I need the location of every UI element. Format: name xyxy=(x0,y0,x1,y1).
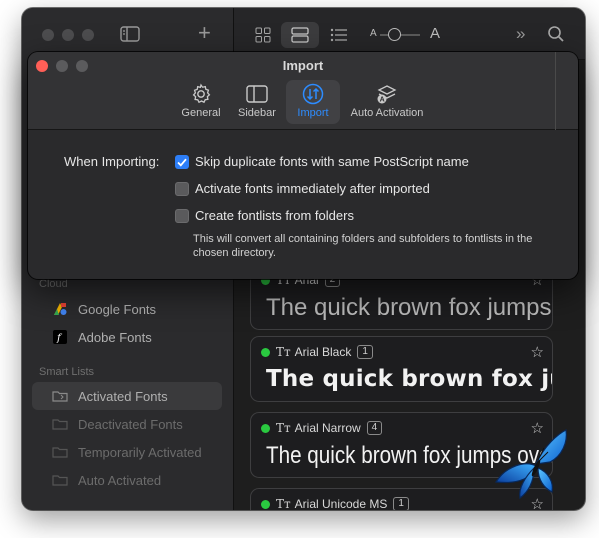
sidebar-item-auto-activated[interactable]: Auto Activated xyxy=(32,466,222,494)
font-card-header: Tт Arial Black 1 xyxy=(261,345,373,359)
smart-list-icon xyxy=(52,444,68,460)
favorite-star-icon[interactable]: ☆ xyxy=(531,343,544,361)
gear-icon xyxy=(189,83,213,105)
sidebar-item-label: Auto Activated xyxy=(78,472,162,488)
font-family-name: Arial Unicode MS xyxy=(294,497,388,510)
sidebar-item-google-fonts[interactable]: Google Fonts xyxy=(32,295,222,323)
style-count-badge: 1 xyxy=(393,497,409,510)
font-size-small-label: A xyxy=(370,28,377,39)
sidebar-item-label: Google Fonts xyxy=(78,301,157,317)
tab-label: Import xyxy=(297,107,329,119)
tab-sidebar[interactable]: Sidebar xyxy=(232,80,282,124)
window-zoom-button-inactive[interactable] xyxy=(82,29,94,41)
search-icon[interactable] xyxy=(547,25,565,48)
truetype-icon: Tт xyxy=(276,345,291,359)
more-chevrons-icon[interactable]: » xyxy=(516,24,525,44)
font-family-name: Arial Narrow xyxy=(294,421,361,435)
font-size-large-label: A xyxy=(430,25,441,42)
tab-label: Sidebar xyxy=(238,107,276,119)
font-family-name: Arial Black xyxy=(294,345,352,359)
window-close-button-inactive[interactable] xyxy=(42,29,54,41)
font-sample-text: The quick brown fox jumps xyxy=(266,366,552,392)
sidebar-icon xyxy=(245,83,269,105)
truetype-icon: Tт xyxy=(276,497,291,510)
font-card-arial-black[interactable]: Tт Arial Black 1 ☆ The quick brown fox j… xyxy=(250,336,553,402)
grid-view-icon[interactable] xyxy=(244,22,282,48)
google-fonts-icon xyxy=(52,301,68,317)
import-arrows-icon xyxy=(301,83,325,105)
cards-view-icon[interactable] xyxy=(281,22,319,48)
add-icon[interactable]: + xyxy=(198,22,211,44)
skip-duplicates-checkbox[interactable] xyxy=(175,155,189,169)
import-preferences-window: Import General Sidebar Import A Auto Act… xyxy=(28,52,578,279)
sidebar-item-adobe-fonts[interactable]: f Adobe Fonts xyxy=(32,323,222,351)
active-status-dot xyxy=(261,499,270,509)
create-fontlists-checkbox[interactable] xyxy=(175,209,189,223)
sidebar-item-temporarily-activated[interactable]: Temporarily Activated xyxy=(32,438,222,466)
create-fontlists-label[interactable]: Create fontlists from folders xyxy=(195,208,354,223)
sidebar-section-cloud: Cloud xyxy=(39,278,68,290)
tab-label: General xyxy=(181,107,221,119)
preferences-toolbar: Import General Sidebar Import A Auto Act… xyxy=(28,52,578,130)
butterfly-icon xyxy=(492,426,572,510)
font-card-header: Tт Arial Unicode MS 1 xyxy=(261,497,409,510)
window-divider xyxy=(555,52,556,130)
tab-general[interactable]: General xyxy=(176,80,226,124)
smart-list-icon xyxy=(52,388,68,404)
sidebar-item-label: Temporarily Activated xyxy=(78,444,202,460)
sidebar-section-smart-lists: Smart Lists xyxy=(39,366,95,378)
checkmark-icon xyxy=(177,158,187,167)
skip-duplicates-label[interactable]: Skip duplicate fonts with same PostScrip… xyxy=(195,154,469,169)
tab-import[interactable]: Import xyxy=(286,80,340,124)
style-count-badge: 1 xyxy=(357,345,373,359)
truetype-icon: Tт xyxy=(276,421,291,435)
sidebar-item-label: Adobe Fonts xyxy=(78,329,152,345)
active-status-dot xyxy=(261,423,270,433)
toggle-sidebar-icon[interactable] xyxy=(120,25,140,48)
list-view-icon[interactable] xyxy=(320,22,358,48)
window-title: Import xyxy=(282,58,324,73)
font-size-slider-knob[interactable] xyxy=(388,28,401,41)
adobe-fonts-icon: f xyxy=(52,329,68,345)
svg-text:A: A xyxy=(380,97,385,104)
sidebar-item-activated-fonts[interactable]: Activated Fonts xyxy=(32,382,222,410)
smart-list-icon xyxy=(52,472,68,488)
sidebar-item-deactivated-fonts[interactable]: Deactivated Fonts xyxy=(32,410,222,438)
auto-activation-icon: A xyxy=(375,83,399,105)
when-importing-label: When Importing: xyxy=(64,154,160,169)
activate-immediately-label[interactable]: Activate fonts immediately after importe… xyxy=(195,181,430,196)
font-sample-text: The quick brown fox jumps over the lazy … xyxy=(266,294,552,321)
sidebar-item-label: Activated Fonts xyxy=(78,388,168,404)
font-card-header: Tт Arial Narrow 4 xyxy=(261,421,383,435)
tab-auto-activation[interactable]: A Auto Activation xyxy=(344,80,430,124)
active-status-dot xyxy=(261,347,270,357)
tab-label: Auto Activation xyxy=(350,107,424,119)
style-count-badge: 4 xyxy=(366,421,383,435)
window-minimize-button-inactive[interactable] xyxy=(62,29,74,41)
activate-immediately-checkbox[interactable] xyxy=(175,182,189,196)
smart-list-icon xyxy=(52,416,68,432)
sidebar-item-label: Deactivated Fonts xyxy=(78,416,183,432)
create-fontlists-note: This will convert all containing folders… xyxy=(193,233,533,259)
